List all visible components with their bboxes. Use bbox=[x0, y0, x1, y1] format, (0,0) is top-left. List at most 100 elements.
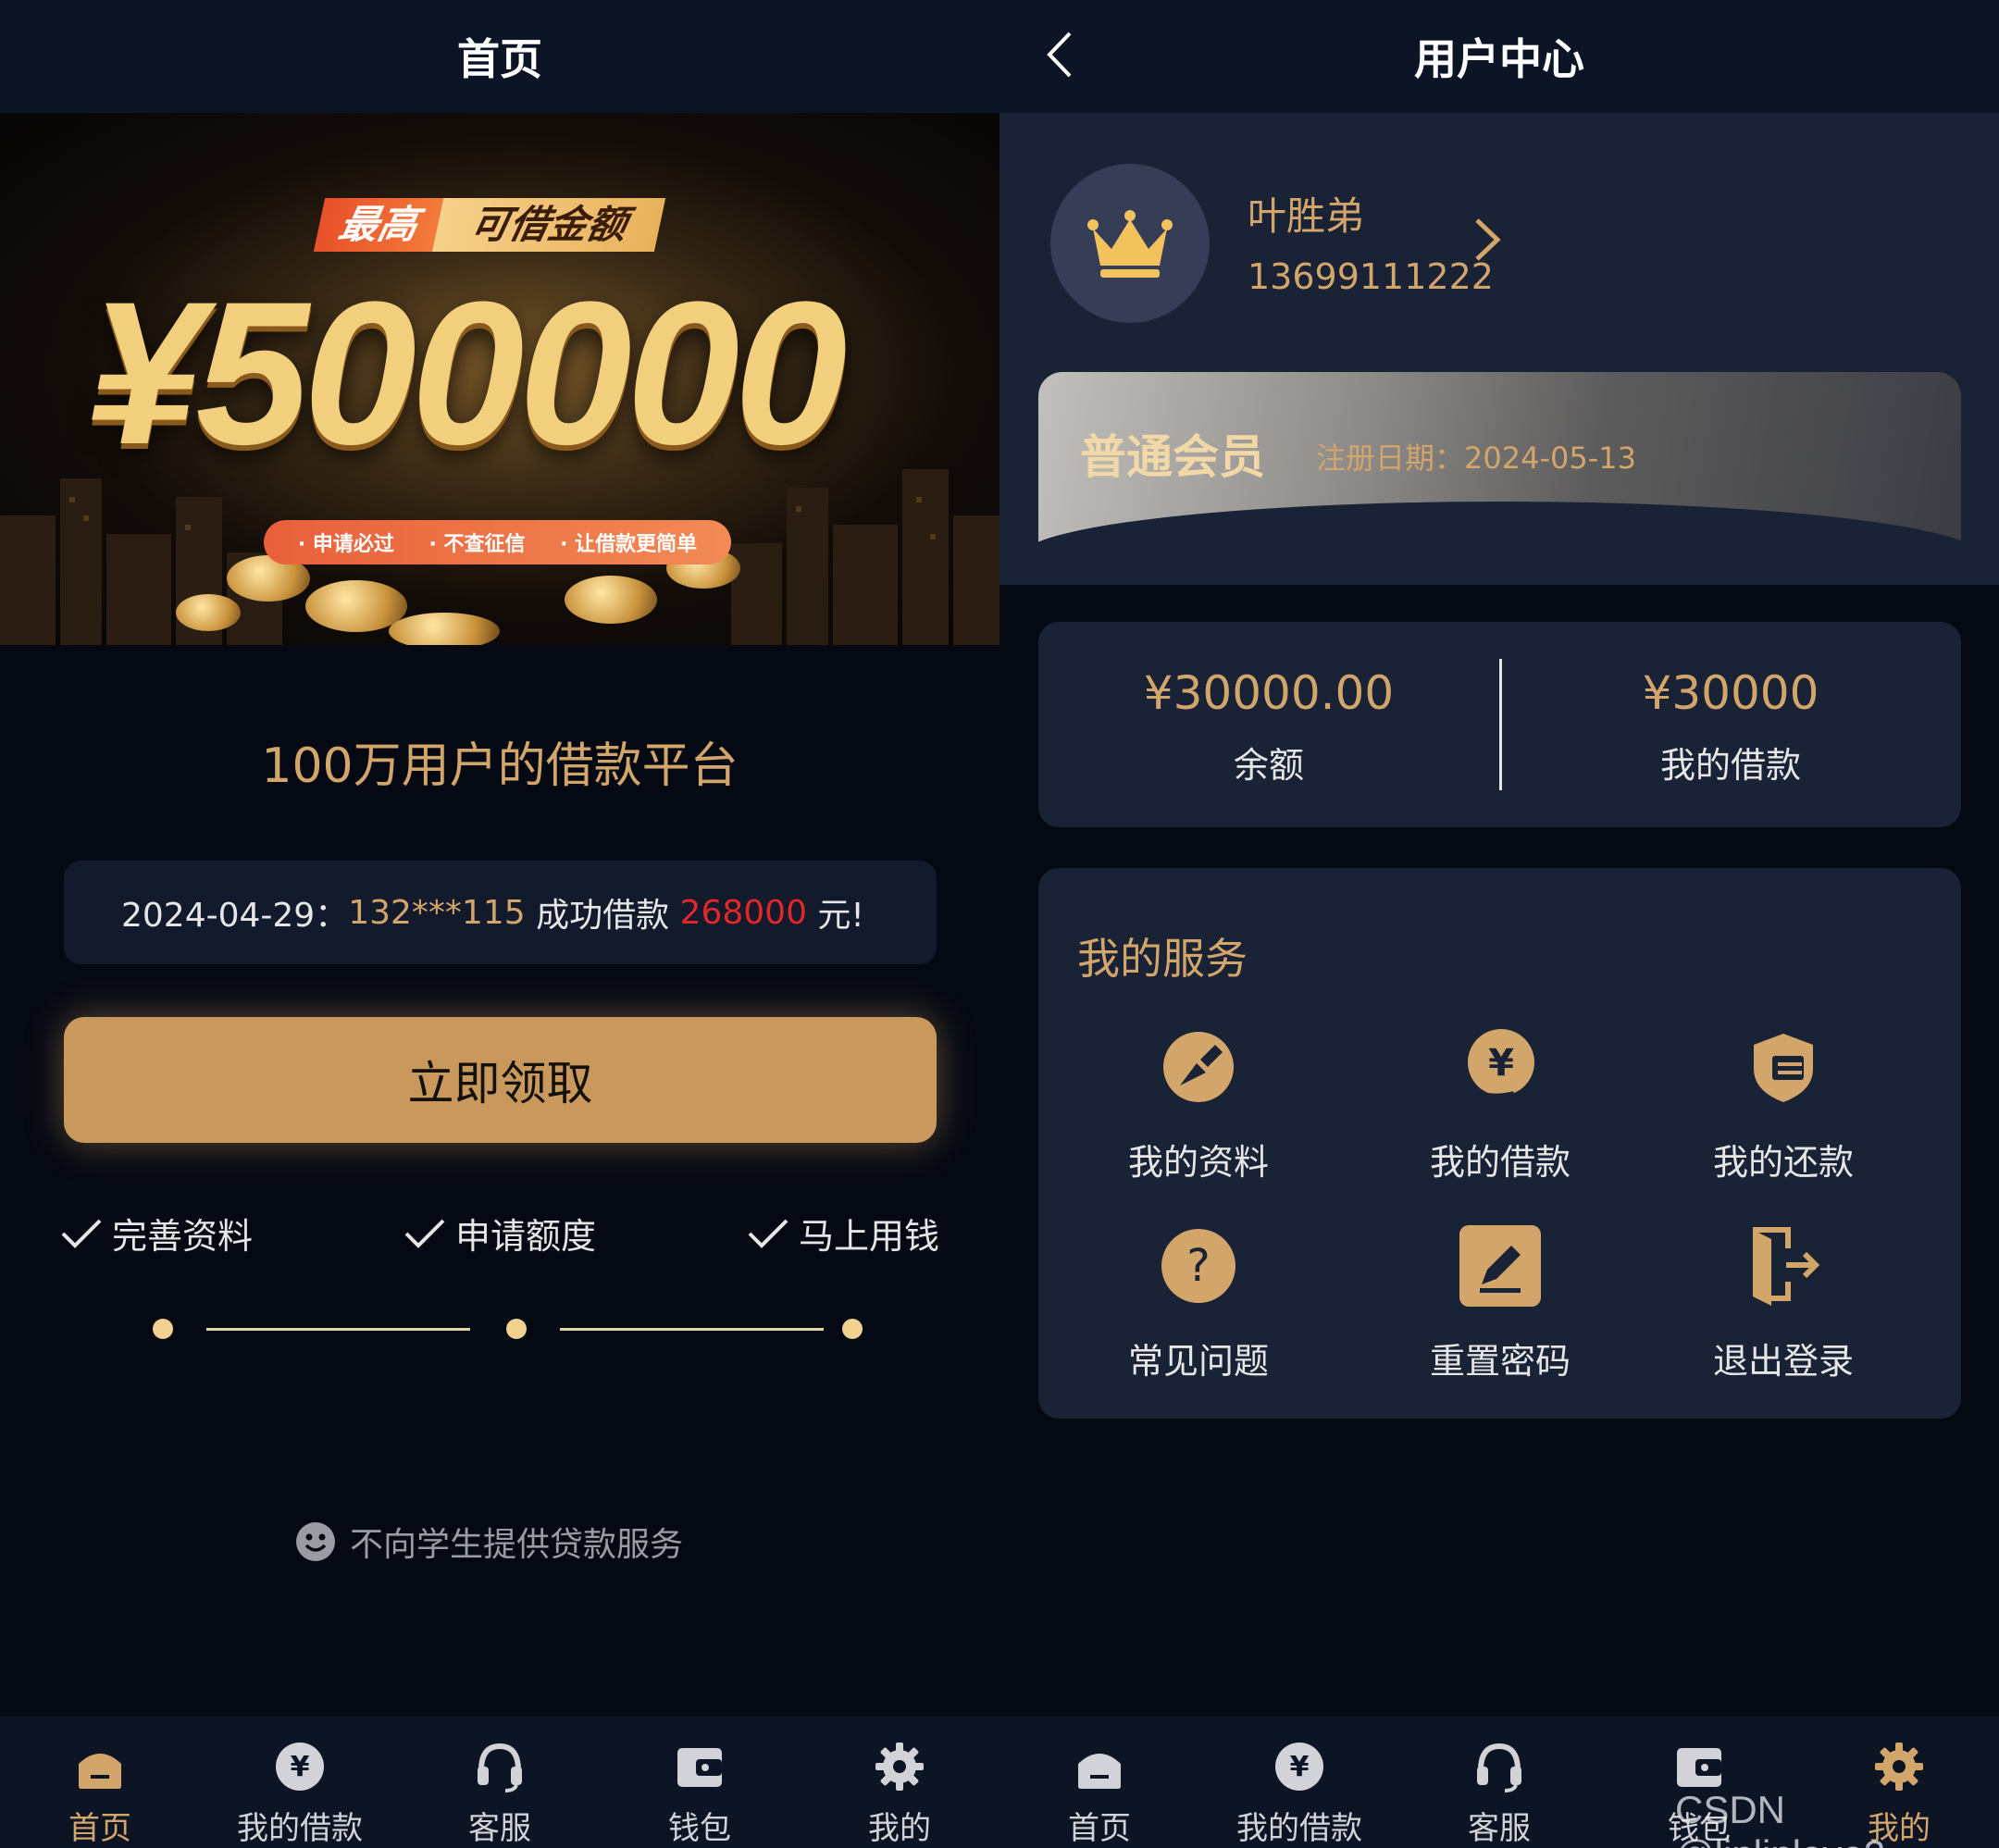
home-icon bbox=[70, 1737, 130, 1795]
step-label: 马上用钱 bbox=[798, 1216, 939, 1257]
notice-suffix: 元! bbox=[806, 897, 864, 935]
tab-home[interactable]: 首页 bbox=[0, 1717, 200, 1848]
svg-text:¥: ¥ bbox=[1290, 1751, 1310, 1783]
tab-bar: 首页 ¥ 我的借款 客服 钱包 我的 bbox=[0, 1717, 1000, 1848]
profile-section: 叶胜弟 13699111222 普通会员 注册日期：2024-05-13 bbox=[1000, 113, 1999, 585]
step-item: 申请额度 bbox=[404, 1208, 596, 1259]
service-logout[interactable]: 退出登录 bbox=[1642, 1220, 1925, 1383]
notice-amount: 268000 bbox=[679, 893, 807, 932]
member-level: 普通会员 bbox=[1080, 430, 1265, 484]
svg-text:¥: ¥ bbox=[291, 1751, 310, 1783]
progress-line bbox=[560, 1328, 824, 1331]
gear-icon bbox=[870, 1737, 929, 1795]
service-reset-password[interactable]: 重置密码 bbox=[1359, 1220, 1642, 1383]
question-icon: ? bbox=[1152, 1220, 1245, 1312]
service-label: 重置密码 bbox=[1429, 1341, 1571, 1382]
banner-tag-amount: 可借金额 bbox=[431, 198, 666, 252]
tab-label: 首页 bbox=[1068, 1810, 1131, 1847]
banner-amount: ¥500000 bbox=[88, 259, 847, 487]
progress-line bbox=[206, 1328, 470, 1331]
banner-feature: · 让借款更简单 bbox=[560, 533, 698, 556]
tab-label: 钱包 bbox=[668, 1810, 731, 1847]
user-phone: 13699111222 bbox=[1248, 256, 1494, 297]
wallet-icon bbox=[670, 1737, 729, 1795]
balance-label: 余额 bbox=[1233, 745, 1304, 786]
tab-label: 客服 bbox=[468, 1810, 531, 1847]
profile-detail-button[interactable] bbox=[1471, 215, 1503, 268]
tab-mine[interactable]: 我的 bbox=[800, 1717, 1000, 1848]
svg-text:?: ? bbox=[1186, 1240, 1210, 1292]
membership-card: 普通会员 注册日期：2024-05-13 bbox=[1038, 372, 1961, 557]
service-my-profile[interactable]: 我的资料 bbox=[1057, 1021, 1340, 1184]
progress-dot bbox=[506, 1319, 527, 1339]
steps: 完善资料 申请额度 马上用钱 bbox=[60, 1208, 939, 1259]
services-title: 我的服务 bbox=[1077, 934, 1248, 984]
yen-icon: ¥ bbox=[270, 1737, 329, 1795]
pencil-icon bbox=[1454, 1220, 1546, 1312]
account-stats: ¥30000.00 余额 ¥30000 我的借款 bbox=[1038, 622, 1961, 827]
disclaimer: 不向学生提供贷款服务 bbox=[294, 1518, 683, 1566]
watermark-text: CSDN @linlinlove2 bbox=[1675, 1788, 1885, 1848]
step-item: 马上用钱 bbox=[747, 1208, 939, 1259]
step-label: 完善资料 bbox=[112, 1216, 254, 1257]
back-button[interactable] bbox=[1027, 22, 1092, 87]
loan-stat[interactable]: ¥30000 我的借款 bbox=[1500, 666, 1961, 788]
claim-button[interactable]: 立即领取 bbox=[64, 1017, 937, 1143]
banner-tag-max: 最高 bbox=[313, 198, 444, 252]
service-label: 退出登录 bbox=[1712, 1341, 1854, 1382]
balance-stat[interactable]: ¥30000.00 余额 bbox=[1038, 666, 1499, 788]
user-name: 叶胜弟 bbox=[1248, 193, 1365, 239]
notice-date: 2024-04-29： bbox=[121, 897, 349, 935]
page-title: 首页 bbox=[457, 34, 542, 84]
step-label: 申请额度 bbox=[454, 1216, 596, 1257]
gold-coin bbox=[389, 613, 500, 645]
tab-label: 我的借款 bbox=[1236, 1810, 1362, 1847]
home-screen: 首页 最高 可借金额 ¥500000 · 申请必过 · 不查征信 · 让借款更简… bbox=[0, 0, 1000, 1848]
check-icon bbox=[61, 1219, 102, 1248]
step-progress bbox=[153, 1319, 865, 1341]
services-panel: 我的服务 我的资料 ¥ 我的借款 我的还款 ? 常见问题 重置密码 退出登录 bbox=[1038, 868, 1961, 1419]
crown-icon bbox=[1087, 210, 1173, 278]
banner-feature: · 申请必过 bbox=[297, 533, 394, 556]
promo-banner[interactable]: 最高 可借金额 ¥500000 · 申请必过 · 不查征信 · 让借款更简单 bbox=[0, 113, 1000, 645]
home-icon bbox=[1070, 1737, 1129, 1795]
chevron-left-icon bbox=[1047, 31, 1072, 78]
card-wave-decoration bbox=[1038, 502, 1961, 557]
loan-notice: 2024-04-29： 132***115 成功借款 268000 元! bbox=[64, 861, 937, 964]
gold-coin bbox=[565, 576, 657, 624]
yen-icon: ¥ bbox=[1270, 1737, 1329, 1795]
service-faq[interactable]: ? 常见问题 bbox=[1057, 1220, 1340, 1383]
smiley-icon bbox=[296, 1522, 335, 1561]
tab-label: 我的 bbox=[868, 1810, 931, 1847]
edit-profile-icon bbox=[1152, 1021, 1245, 1113]
platform-slogan: 100万用户的借款平台 bbox=[261, 738, 739, 794]
logout-icon bbox=[1737, 1220, 1830, 1312]
user-center-screen: 用户中心 叶胜弟 13699111222 普通会员 注册日期：2024-05-1… bbox=[1000, 0, 1999, 1848]
loan-value: ¥30000 bbox=[1642, 666, 1819, 720]
tab-my-loans[interactable]: ¥ 我的借款 bbox=[1199, 1717, 1399, 1848]
service-label: 常见问题 bbox=[1127, 1341, 1269, 1382]
service-label: 我的还款 bbox=[1712, 1142, 1854, 1183]
service-label: 我的资料 bbox=[1127, 1142, 1269, 1183]
service-my-loans[interactable]: ¥ 我的借款 bbox=[1359, 1021, 1642, 1184]
banner-features: · 申请必过 · 不查征信 · 让借款更简单 bbox=[264, 520, 731, 564]
tab-label: 我的借款 bbox=[237, 1810, 363, 1847]
wallet-icon bbox=[1670, 1737, 1729, 1795]
progress-dot bbox=[153, 1319, 173, 1339]
tab-service[interactable]: 客服 bbox=[400, 1717, 600, 1848]
tab-my-loans[interactable]: ¥ 我的借款 bbox=[200, 1717, 400, 1848]
repayment-shield-icon bbox=[1737, 1021, 1830, 1113]
step-item: 完善资料 bbox=[60, 1208, 253, 1259]
progress-dot bbox=[842, 1319, 863, 1339]
gold-coin bbox=[176, 594, 241, 631]
check-icon bbox=[404, 1219, 445, 1248]
tab-service[interactable]: 客服 bbox=[1399, 1717, 1599, 1848]
tab-home[interactable]: 首页 bbox=[1000, 1717, 1199, 1848]
disclaimer-text: 不向学生提供贷款服务 bbox=[350, 1526, 684, 1564]
tab-wallet[interactable]: 钱包 bbox=[600, 1717, 800, 1848]
service-my-repayment[interactable]: 我的还款 bbox=[1642, 1021, 1925, 1184]
banner-feature: · 不查征信 bbox=[428, 533, 526, 556]
headset-icon bbox=[470, 1737, 529, 1795]
avatar[interactable] bbox=[1050, 164, 1210, 323]
svg-text:¥: ¥ bbox=[1488, 1042, 1514, 1085]
